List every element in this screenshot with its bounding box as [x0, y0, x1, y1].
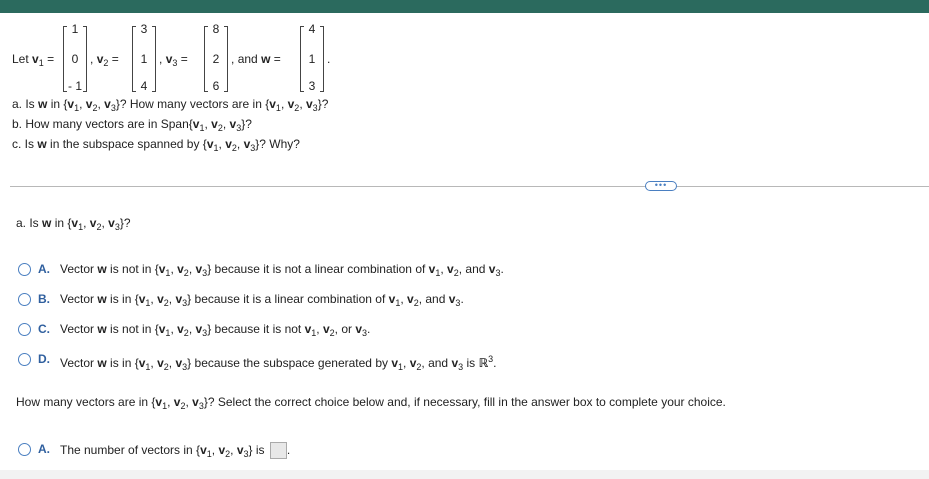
radio-b[interactable]: [18, 293, 31, 306]
question-a: a. Is w in {v1, v2, v3}? How many vector…: [12, 97, 329, 113]
w-entry-2: 1: [308, 52, 316, 66]
w-entry-1: 4: [308, 22, 316, 36]
v1-entry-1: 1: [71, 22, 79, 36]
radio-a[interactable]: [18, 263, 31, 276]
section-divider: [10, 186, 929, 187]
period: .: [327, 52, 331, 66]
v1-entry-3: - 1: [67, 79, 82, 93]
v3-entry-1: 8: [212, 22, 220, 36]
more-options-button[interactable]: •••: [645, 181, 677, 191]
v2-matrix: 3 1 4: [132, 18, 156, 93]
part-a2-question: How many vectors are in {v1, v2, v3}? Se…: [16, 395, 726, 411]
vector-definitions: Let v1 = 1 0 - 1 , v2 = 3 1 4 , v3 = 8 2…: [12, 18, 912, 93]
radio-c[interactable]: [18, 323, 31, 336]
w-matrix: 4 1 3: [300, 18, 324, 93]
v3-label: , v3 =: [159, 52, 188, 68]
top-banner: [0, 0, 929, 13]
v3-entry-3: 6: [212, 79, 220, 93]
w-label: , and w =: [231, 52, 281, 66]
v1-label: Let v1 =: [12, 52, 55, 68]
v2-entry-3: 4: [140, 79, 148, 93]
w-entry-3: 3: [308, 79, 316, 93]
v3-matrix: 8 2 6: [204, 18, 228, 93]
v2-label: , v2 =: [90, 52, 119, 68]
question-b: b. How many vectors are in Span{v1, v2, …: [12, 117, 252, 133]
radio-a2[interactable]: [18, 443, 31, 456]
question-c: c. Is w in the subspace spanned by {v1, …: [12, 137, 300, 153]
v2-entry-2: 1: [140, 52, 148, 66]
v2-entry-1: 3: [140, 22, 148, 36]
part-a-question: a. Is w in {v1, v2, v3}?: [16, 216, 131, 232]
radio-d[interactable]: [18, 353, 31, 366]
answer-input[interactable]: [269, 442, 287, 459]
bottom-bar: [0, 470, 929, 479]
v1-entry-2: 0: [71, 52, 79, 66]
problem-statement: Let v1 = 1 0 - 1 , v2 = 3 1 4 , v3 = 8 2…: [12, 18, 912, 153]
v1-matrix: 1 0 - 1: [63, 18, 87, 93]
v3-entry-2: 2: [212, 52, 220, 66]
